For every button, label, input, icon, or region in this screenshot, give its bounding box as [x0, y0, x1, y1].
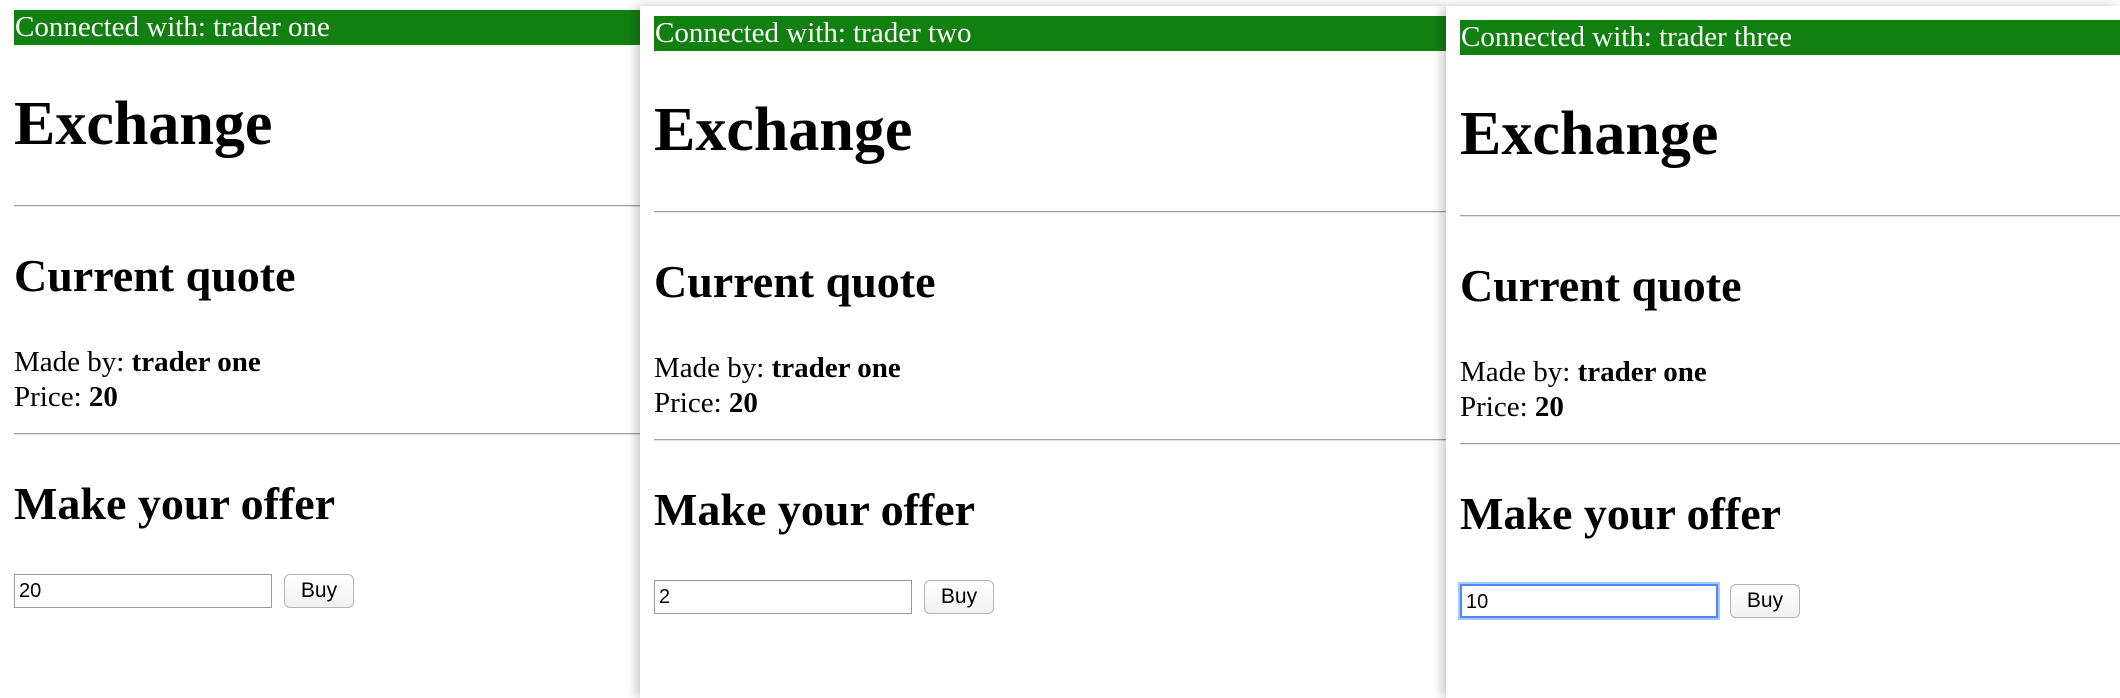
- make-offer-heading: Make your offer: [654, 484, 976, 535]
- made-by-line: Made by: trader one: [654, 351, 901, 386]
- price-value: 20: [1534, 391, 1564, 423]
- price-label: Price:: [654, 387, 729, 419]
- make-offer-heading: Make your offer: [14, 478, 336, 529]
- page-content: Connected with: trader three Exchange Cu…: [1460, 20, 2120, 618]
- connection-banner: Connected with: trader two: [654, 16, 1446, 51]
- browser-window-trader-two: Connected with: trader two Exchange Curr…: [640, 6, 1446, 698]
- price-line: Price: 20: [14, 380, 118, 415]
- made-by-value: trader one: [131, 346, 261, 378]
- page-content: Connected with: trader one Exchange Curr…: [14, 10, 640, 608]
- page-title: Exchange: [1460, 100, 1719, 168]
- page-title: Exchange: [14, 90, 273, 158]
- made-by-line: Made by: trader one: [1460, 355, 1707, 390]
- divider: [1460, 215, 2120, 217]
- browser-window-trader-three: Connected with: trader three Exchange Cu…: [1446, 6, 2120, 698]
- divider: [14, 205, 640, 207]
- page-title: Exchange: [654, 96, 913, 164]
- offer-input[interactable]: 2: [654, 580, 912, 614]
- made-by-label: Made by:: [14, 346, 132, 378]
- price-value: 20: [88, 381, 118, 413]
- buy-button[interactable]: Buy: [924, 580, 994, 614]
- divider: [14, 433, 640, 435]
- page-content: Connected with: trader two Exchange Curr…: [654, 16, 1446, 614]
- divider: [654, 439, 1446, 441]
- price-line: Price: 20: [1460, 390, 1564, 425]
- connection-banner: Connected with: trader three: [1460, 20, 2120, 55]
- offer-input[interactable]: 20: [14, 574, 272, 608]
- made-by-label: Made by:: [654, 352, 772, 384]
- current-quote-heading: Current quote: [654, 256, 936, 307]
- make-offer-heading: Make your offer: [1460, 488, 1782, 539]
- current-quote-heading: Current quote: [14, 250, 296, 301]
- made-by-value: trader one: [771, 352, 901, 384]
- price-label: Price:: [14, 381, 89, 413]
- made-by-label: Made by:: [1460, 356, 1578, 388]
- divider: [654, 211, 1446, 213]
- browser-window-trader-one: Connected with: trader one Exchange Curr…: [0, 0, 640, 698]
- buy-button[interactable]: Buy: [1730, 584, 1800, 618]
- price-label: Price:: [1460, 391, 1535, 423]
- buy-button[interactable]: Buy: [284, 574, 354, 608]
- offer-input[interactable]: 10: [1460, 584, 1718, 618]
- made-by-line: Made by: trader one: [14, 345, 261, 380]
- divider: [1460, 443, 2120, 445]
- price-value: 20: [728, 387, 758, 419]
- price-line: Price: 20: [654, 386, 758, 421]
- made-by-value: trader one: [1577, 356, 1707, 388]
- connection-banner: Connected with: trader one: [14, 10, 640, 45]
- desktop: Connected with: trader one Exchange Curr…: [0, 0, 2120, 698]
- current-quote-heading: Current quote: [1460, 260, 1742, 311]
